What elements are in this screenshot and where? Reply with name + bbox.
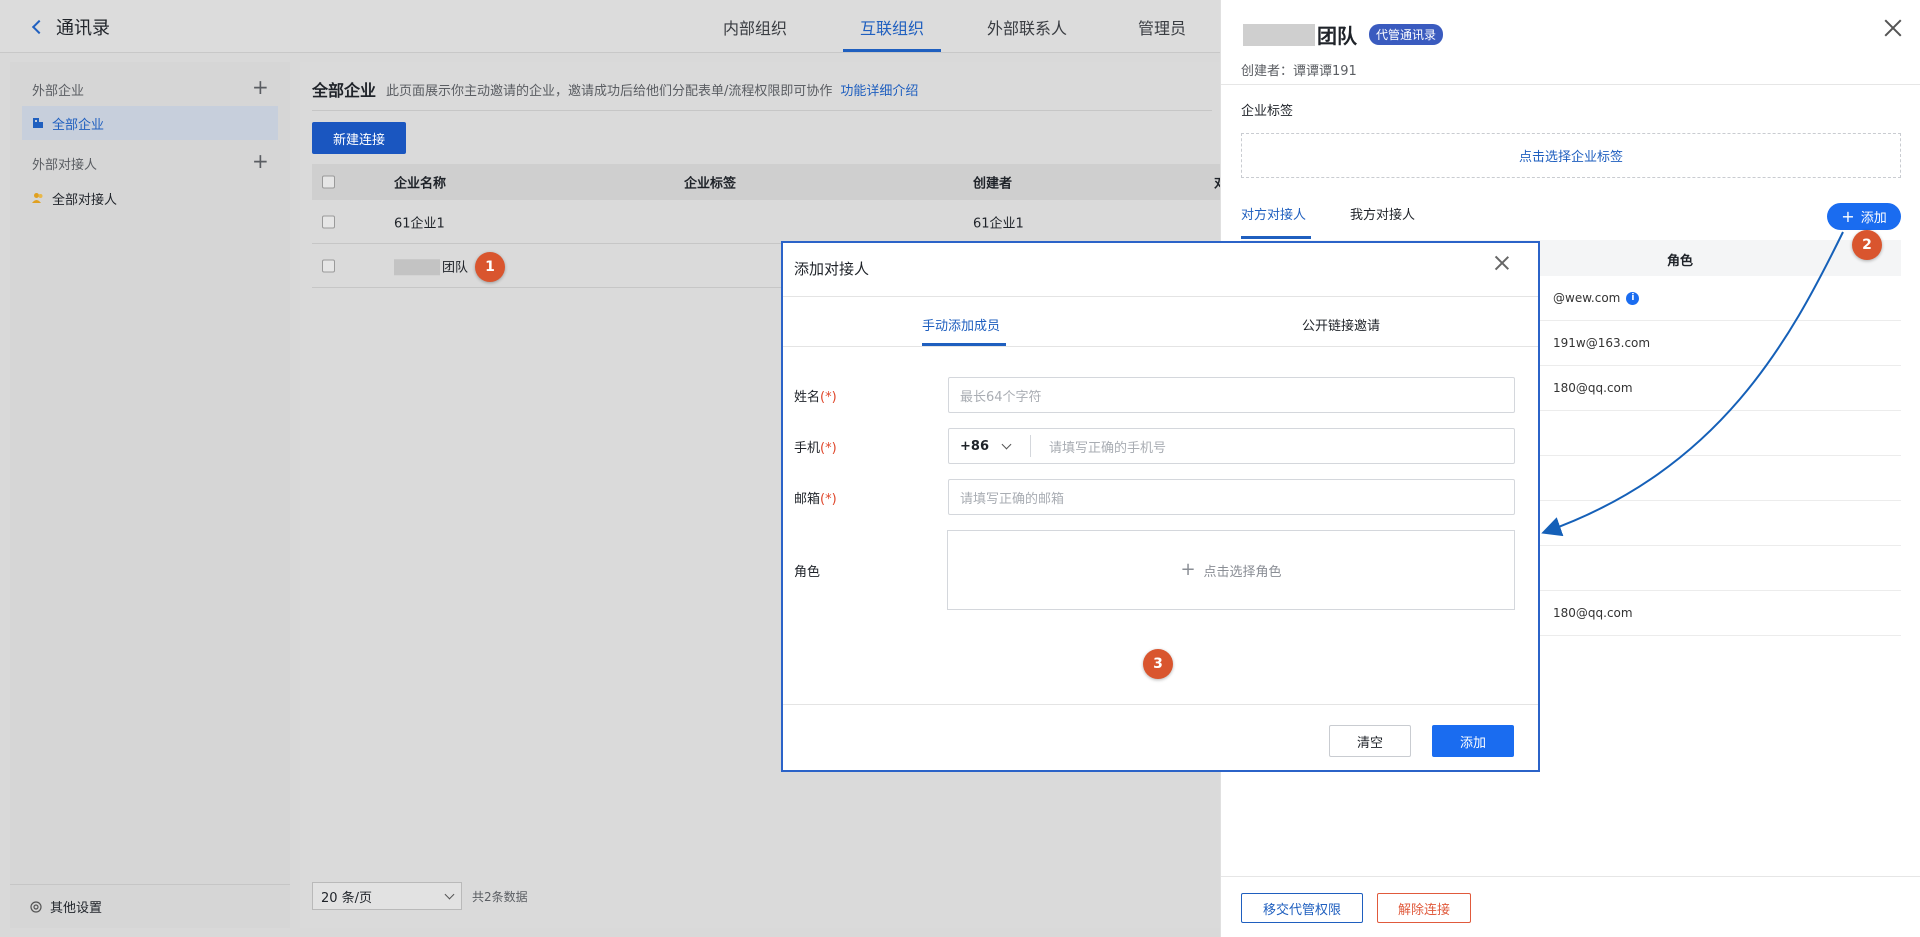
plus-icon: + xyxy=(1180,559,1196,580)
close-icon[interactable] xyxy=(1492,253,1512,273)
required-mark: (*) xyxy=(820,390,837,405)
divider xyxy=(783,296,1538,297)
phone-input[interactable]: 请填写正确的手机号 xyxy=(1031,437,1166,456)
email-label-text: 邮箱 xyxy=(794,492,821,507)
submit-add-button[interactable]: 添加 xyxy=(1432,725,1514,757)
tab-manual-add[interactable]: 手动添加成员 xyxy=(922,315,1000,334)
select-role-placeholder: 点击选择角色 xyxy=(1203,564,1282,580)
divider xyxy=(783,346,1538,347)
required-mark: (*) xyxy=(820,441,837,456)
phone-label-text: 手机 xyxy=(794,441,821,456)
phone-label: 手机(*) xyxy=(794,437,837,456)
role-label: 角色 xyxy=(794,565,821,580)
country-code: +86 xyxy=(960,438,989,454)
dialog-title: 添加对接人 xyxy=(794,260,870,278)
country-code-select[interactable]: +86 xyxy=(949,435,1031,457)
clear-button[interactable]: 清空 xyxy=(1329,725,1411,757)
select-role-box[interactable]: + 点击选择角色 xyxy=(947,530,1515,610)
phone-field: +86 请填写正确的手机号 xyxy=(948,428,1515,464)
tab-public-link[interactable]: 公开链接邀请 xyxy=(1302,315,1380,334)
name-label: 姓名(*) xyxy=(794,386,837,405)
required-mark: (*) xyxy=(820,492,837,507)
name-label-text: 姓名 xyxy=(794,390,821,405)
name-input[interactable]: 最长64个字符 xyxy=(948,377,1515,413)
divider xyxy=(783,704,1538,705)
add-contact-dialog: 添加对接人 手动添加成员 公开链接邀请 姓名(*) 最长64个字符 手机(*) … xyxy=(781,241,1540,772)
email-label: 邮箱(*) xyxy=(794,488,837,507)
annotation-badge: 3 xyxy=(1143,649,1173,679)
chevron-down-icon xyxy=(1001,439,1012,449)
email-input[interactable]: 请填写正确的邮箱 xyxy=(948,479,1515,515)
